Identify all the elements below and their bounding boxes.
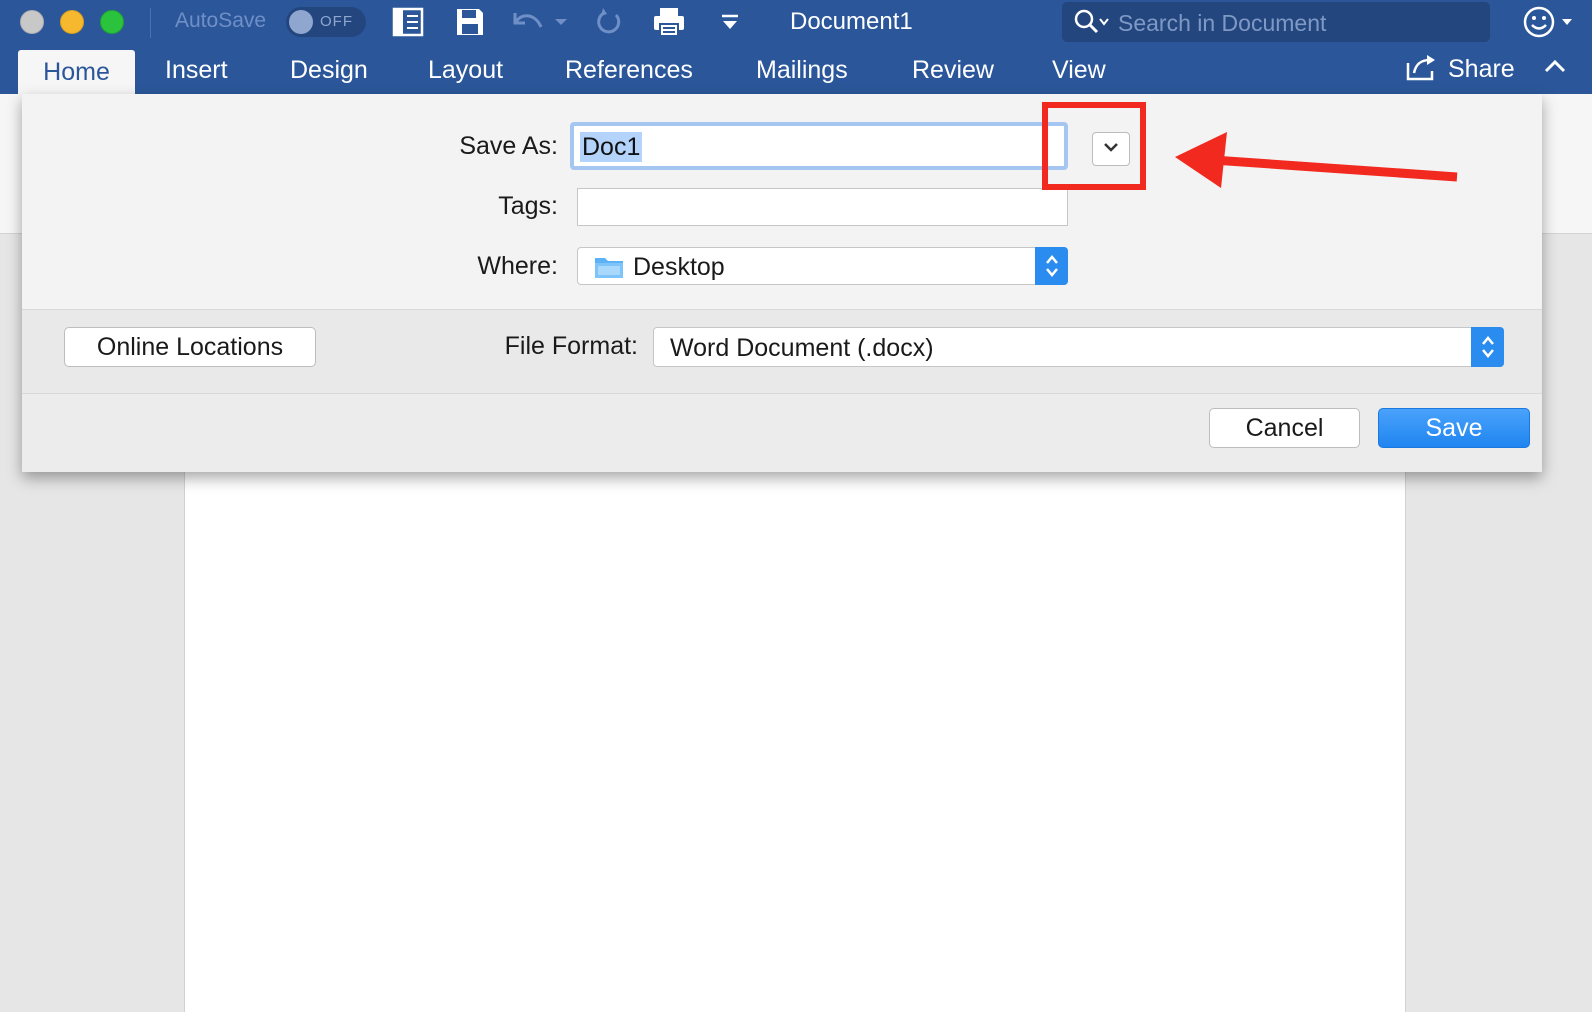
share-button[interactable]: Share — [1406, 53, 1515, 86]
save-icon[interactable] — [455, 5, 485, 39]
share-icon — [1406, 53, 1438, 86]
minimize-window-button[interactable] — [60, 10, 84, 34]
tab-review[interactable]: Review — [912, 56, 994, 85]
smiley-icon[interactable] — [1522, 4, 1582, 45]
share-label: Share — [1448, 55, 1515, 83]
annotation-highlight-box — [1042, 102, 1146, 190]
search-icon — [1074, 9, 1112, 40]
where-stepper-icon — [1035, 247, 1068, 285]
toggle-knob — [289, 10, 313, 34]
search-placeholder: Search in Document — [1118, 10, 1327, 36]
online-locations-button[interactable]: Online Locations — [64, 327, 316, 367]
tab-layout[interactable]: Layout — [428, 56, 503, 85]
save-as-input[interactable]: Doc1 — [570, 122, 1068, 170]
tags-input[interactable] — [577, 188, 1068, 226]
sidebar-icon[interactable] — [392, 5, 424, 39]
cancel-button[interactable]: Cancel — [1209, 408, 1360, 448]
autosave-state: OFF — [320, 13, 353, 30]
save-as-value: Doc1 — [580, 132, 643, 162]
tags-label: Tags: — [498, 192, 558, 220]
annotation-arrow-icon — [1175, 132, 1465, 197]
document-title: Document1 — [790, 8, 913, 35]
title-bar: AutoSave OFF Document1 Search in Documen… — [0, 0, 1592, 46]
tab-design[interactable]: Design — [290, 56, 368, 85]
autosave-label: AutoSave — [175, 9, 267, 32]
collapse-ribbon-icon[interactable] — [1544, 58, 1566, 79]
save-button[interactable]: Save — [1378, 408, 1530, 448]
print-icon[interactable] — [652, 5, 686, 39]
file-format-stepper-icon — [1471, 327, 1504, 367]
file-format-popup[interactable]: Word Document (.docx) — [653, 327, 1504, 367]
where-value: Desktop — [633, 253, 725, 281]
where-popup[interactable]: Desktop — [577, 247, 1068, 285]
zoom-window-button[interactable] — [100, 10, 124, 34]
tab-home[interactable]: Home — [18, 50, 135, 94]
redo-icon[interactable] — [594, 5, 624, 39]
close-window-button[interactable] — [20, 10, 44, 34]
save-as-label: Save As: — [459, 132, 558, 160]
autosave-toggle[interactable]: OFF — [286, 7, 366, 37]
ribbon-tab-bar: Home Insert Design Layout References Mai… — [0, 46, 1592, 94]
search-field[interactable]: Search in Document — [1062, 2, 1490, 42]
tab-insert[interactable]: Insert — [165, 56, 228, 85]
folder-icon — [594, 255, 624, 284]
toolbar-divider — [150, 8, 151, 38]
undo-dropdown-icon[interactable] — [554, 5, 568, 39]
save-dialog-fields: Save As: Doc1 Tags: Where: Desktop — [22, 94, 1542, 310]
file-format-label: File Format: — [504, 332, 638, 360]
where-label: Where: — [477, 252, 558, 280]
tab-mailings[interactable]: Mailings — [756, 56, 848, 85]
customize-toolbar-icon[interactable] — [720, 5, 740, 39]
file-format-value: Word Document (.docx) — [670, 334, 934, 362]
undo-icon[interactable] — [511, 5, 545, 39]
tab-view[interactable]: View — [1052, 56, 1106, 85]
tab-references[interactable]: References — [565, 56, 693, 85]
